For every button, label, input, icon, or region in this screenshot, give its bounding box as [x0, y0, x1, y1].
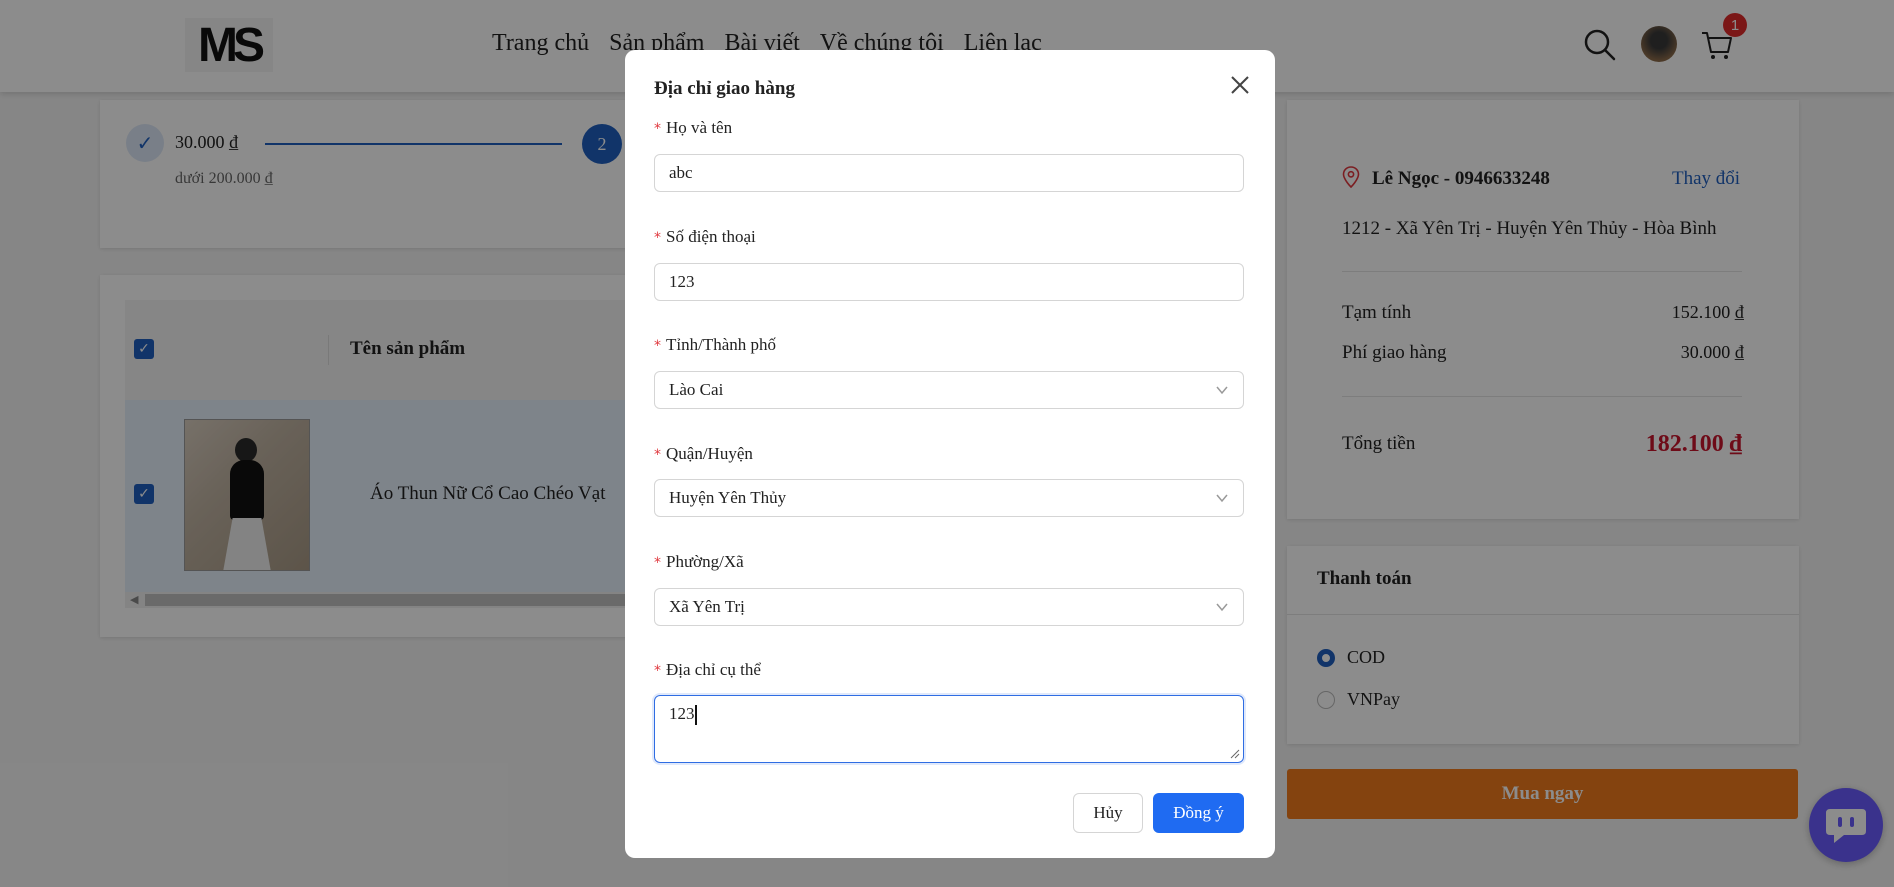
district-label-text: Quận/Huyện: [666, 444, 753, 463]
required-mark: *: [654, 230, 661, 246]
district-value: Huyện Yên Thủy: [669, 488, 787, 507]
province-label: * Tỉnh/Thành phố: [654, 335, 776, 355]
district-select[interactable]: Huyện Yên Thủy: [654, 479, 1244, 517]
confirm-button[interactable]: Đồng ý: [1153, 793, 1244, 833]
detail-address-label-text: Địa chỉ cụ thể: [666, 660, 761, 679]
chevron-down-icon: [1216, 494, 1228, 503]
phone-label-text: Số điện thoại: [666, 227, 756, 246]
required-mark: *: [654, 447, 661, 463]
chevron-down-icon: [1216, 603, 1228, 612]
phone-label: * Số điện thoại: [654, 227, 756, 247]
required-mark: *: [654, 555, 661, 571]
province-select[interactable]: Lào Cai: [654, 371, 1244, 409]
ward-label-text: Phường/Xã: [666, 552, 744, 571]
phone-input[interactable]: 123: [654, 263, 1244, 301]
ward-value: Xã Yên Trị: [669, 597, 745, 616]
name-label-text: Họ và tên: [666, 118, 733, 137]
required-mark: *: [654, 338, 661, 354]
ward-select[interactable]: Xã Yên Trị: [654, 588, 1244, 626]
resize-handle-icon[interactable]: [1230, 749, 1240, 759]
district-label: * Quận/Huyện: [654, 444, 753, 464]
cancel-button[interactable]: Hủy: [1073, 793, 1143, 833]
name-label: * Họ và tên: [654, 118, 732, 138]
close-icon[interactable]: [1227, 72, 1253, 98]
detail-address-label: * Địa chỉ cụ thể: [654, 660, 761, 680]
province-value: Lào Cai: [669, 380, 724, 399]
required-mark: *: [654, 121, 661, 137]
chevron-down-icon: [1216, 386, 1228, 395]
phone-value: 123: [669, 272, 695, 291]
detail-address-value: 123: [669, 704, 695, 723]
text-caret: [694, 705, 697, 726]
province-label-text: Tỉnh/Thành phố: [666, 335, 777, 354]
full-name-value: abc: [669, 163, 693, 182]
full-name-input[interactable]: abc: [654, 154, 1244, 192]
required-mark: *: [654, 663, 661, 679]
modal-title: Địa chỉ giao hàng: [654, 78, 795, 99]
shipping-address-modal: Địa chỉ giao hàng * Họ và tên abc * Số điệ…: [625, 50, 1275, 858]
ward-label: * Phường/Xã: [654, 552, 744, 572]
detail-address-textarea[interactable]: 123: [654, 695, 1244, 763]
